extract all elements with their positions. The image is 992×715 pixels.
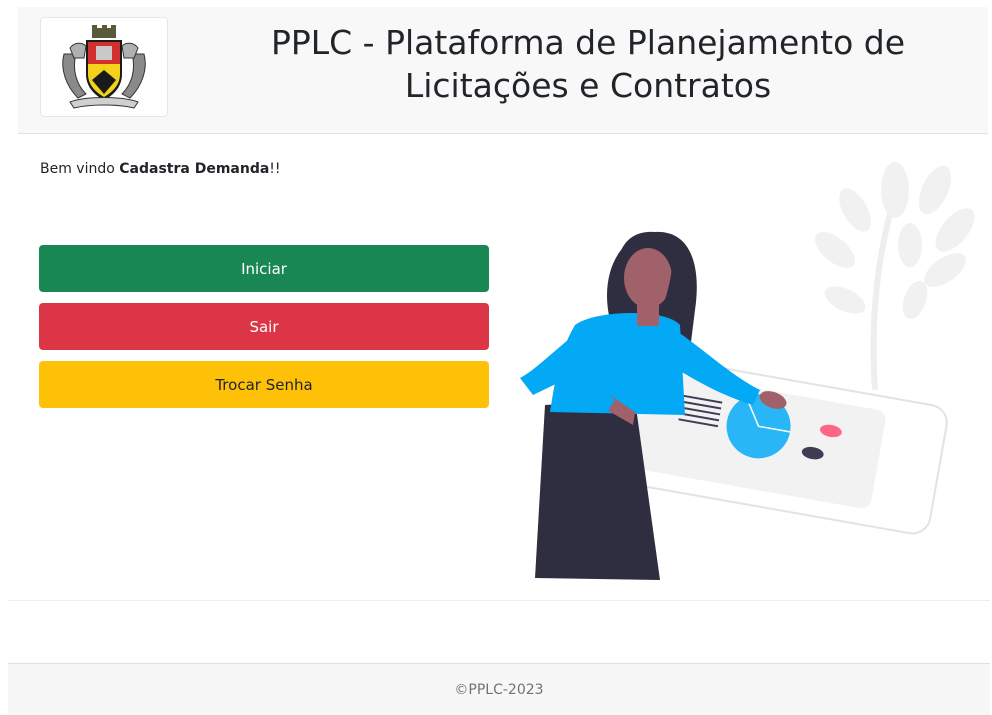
- analytics-illustration: [520, 162, 975, 580]
- welcome-user: Cadastra Demanda: [119, 161, 270, 177]
- page: PPLC - Plataforma de Planejamento de Lic…: [0, 0, 992, 715]
- page-title-line1: PPLC - Plataforma de Planejamento de: [270, 23, 906, 62]
- header: PPLC - Plataforma de Planejamento de Lic…: [18, 7, 988, 134]
- page-title-line2: Licitações e Contratos: [404, 66, 772, 105]
- welcome-message: Bem vindo Cadastra Demanda!!: [40, 161, 281, 177]
- start-button[interactable]: Iniciar: [39, 245, 489, 292]
- coat-of-arms-logo: [40, 17, 168, 117]
- welcome-prefix: Bem vindo: [40, 161, 120, 177]
- exit-button[interactable]: Sair: [39, 303, 489, 350]
- change-password-button[interactable]: Trocar Senha: [39, 361, 489, 408]
- content-divider: [8, 600, 990, 601]
- plant-icon: [815, 162, 975, 391]
- footer: ©PPLC-2023: [8, 663, 990, 715]
- page-title: PPLC - Plataforma de Planejamento de Lic…: [193, 21, 983, 107]
- copyright-text: ©PPLC-2023: [454, 682, 544, 698]
- coat-of-arms-icon: [62, 25, 146, 109]
- welcome-suffix: !!: [269, 161, 281, 177]
